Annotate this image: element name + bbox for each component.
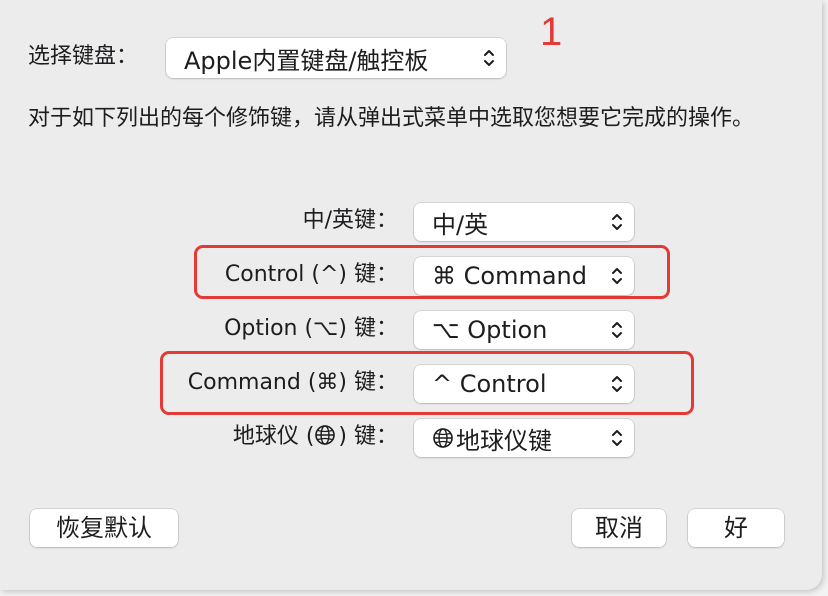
globe-key-label-suffix: ) 键： [338, 424, 398, 449]
globe-icon [315, 425, 336, 445]
command-key-label: Command (⌘) 键： [187, 370, 398, 395]
up-down-chevron-icon [612, 376, 622, 392]
keyboard-select-label: 选择键盘： [28, 44, 139, 69]
option-key-value: ⌥ Option [432, 316, 548, 344]
up-down-chevron-icon [612, 322, 622, 338]
annotation-number: 1 [540, 10, 563, 54]
up-down-chevron-icon [612, 430, 622, 446]
globe-icon [433, 428, 453, 448]
keyboard-select-value: Apple内置键盘/触控板 [184, 46, 429, 75]
up-down-chevron-icon [484, 50, 494, 66]
cn-en-key-value: 中/英 [432, 210, 489, 239]
globe-key-value: 地球仪键 [456, 426, 552, 455]
option-key-label: Option (⌥) 键： [224, 316, 398, 341]
ok-button[interactable]: 好 [688, 509, 784, 547]
restore-defaults-button[interactable]: 恢复默认 [30, 509, 178, 547]
instructions-text: 对于如下列出的每个修饰键，请从弹出式菜单中选取您想要它完成的操作。 [28, 106, 755, 131]
globe-key-popup[interactable]: 地球仪键 [414, 419, 634, 457]
cn-en-key-popup[interactable]: 中/英 [414, 203, 634, 241]
control-key-label: Control (^) 键： [224, 262, 398, 287]
command-key-value: ^ Control [432, 370, 547, 398]
command-key-popup[interactable]: ^ Control [414, 365, 634, 403]
up-down-chevron-icon [612, 214, 622, 230]
control-key-value: ⌘ Command [432, 262, 587, 290]
globe-key-label: 地球仪 ( ) 键： [233, 420, 398, 454]
up-down-chevron-icon [612, 268, 622, 284]
option-key-popup[interactable]: ⌥ Option [414, 311, 634, 349]
control-key-popup[interactable]: ⌘ Command [414, 257, 634, 295]
cancel-button[interactable]: 取消 [572, 509, 666, 547]
globe-key-label-prefix: 地球仪 ( [232, 424, 315, 449]
keyboard-select-popup[interactable]: Apple内置键盘/触控板 [166, 38, 506, 78]
modifier-keys-sheet: 1 选择键盘： Apple内置键盘/触控板 对于如下列出的每个修饰键，请从弹出式… [0, 0, 822, 590]
cn-en-key-label: 中/英键： [302, 208, 398, 233]
